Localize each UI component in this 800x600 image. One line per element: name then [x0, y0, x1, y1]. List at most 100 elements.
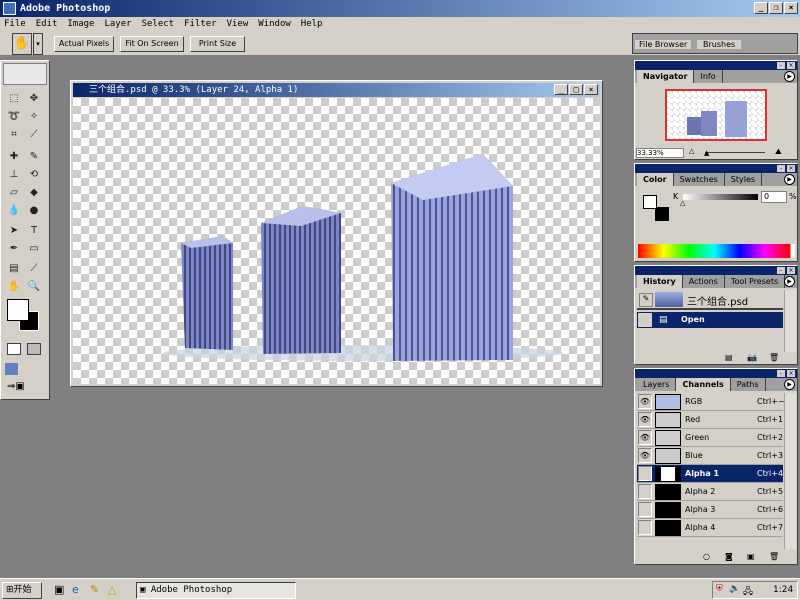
doc-minimize-button[interactable]: _ — [554, 84, 568, 95]
channel-row-alpha-3[interactable]: Alpha 3 Ctrl+6 — [637, 501, 783, 519]
load-selection-icon[interactable]: ○ — [703, 552, 710, 561]
new-document-icon[interactable]: ▤ — [725, 353, 733, 362]
tab-channels[interactable]: Channels — [676, 378, 731, 391]
close-button[interactable]: × — [784, 2, 798, 14]
zoom-slider-thumb[interactable]: ▲ — [704, 149, 709, 157]
rectangle-tool-icon[interactable]: ▭ — [25, 241, 43, 257]
channel-row-alpha-1[interactable]: Alpha 1 Ctrl+4 — [637, 465, 783, 483]
color-ramp[interactable] — [638, 244, 795, 258]
panel-menu-icon[interactable]: ▶ — [784, 174, 795, 185]
dodge-tool-icon[interactable]: ● — [25, 203, 43, 219]
foreground-color-swatch[interactable] — [7, 299, 29, 321]
menu-file[interactable]: File — [4, 17, 26, 31]
hand-tool-preset-icon[interactable]: ✋ — [12, 33, 32, 55]
print-size-button[interactable]: Print Size — [190, 36, 245, 52]
history-scrollbar[interactable] — [784, 290, 796, 352]
visibility-toggle[interactable] — [638, 520, 652, 535]
move-tool-icon[interactable]: ✥ — [25, 91, 43, 107]
pen-tool-icon[interactable]: ✒ — [5, 241, 23, 257]
palette-well-tab-file-browser[interactable]: File Browser — [635, 40, 692, 49]
doc-close-button[interactable]: × — [584, 84, 598, 95]
zoom-in-icon[interactable]: ⛰ — [775, 147, 782, 157]
paint-bucket-tool-icon[interactable]: ◆ — [25, 185, 43, 201]
tab-navigator[interactable]: Navigator — [637, 70, 695, 83]
palette-well-tab-brushes[interactable]: Brushes — [697, 40, 742, 49]
jump-to-imageready-icon[interactable]: ⇒▣ — [7, 381, 43, 395]
eye-icon[interactable]: 👁 — [638, 412, 652, 427]
menu-layer[interactable]: Layer — [104, 17, 131, 31]
eye-icon[interactable]: 👁 — [638, 394, 652, 409]
quicklaunch-warning-icon[interactable]: △ — [108, 583, 116, 596]
quick-mask-mode-icon[interactable] — [27, 343, 41, 355]
menu-view[interactable]: View — [227, 17, 249, 31]
navigator-proxy-view[interactable] — [665, 89, 767, 141]
brush-tool-icon[interactable]: ✎ — [25, 149, 43, 165]
actual-pixels-button[interactable]: Actual Pixels — [54, 36, 114, 52]
tab-tool-presets[interactable]: Tool Presets — [725, 275, 786, 288]
panel-close-icon[interactable]: × — [787, 62, 795, 69]
hand-tool-icon[interactable]: ✋ — [5, 279, 23, 295]
trash-icon[interactable]: 🗑 — [769, 353, 779, 362]
preset-dropdown-arrow[interactable]: ▾ — [33, 33, 43, 55]
crop-tool-icon[interactable]: ⌗ — [5, 127, 23, 143]
healing-brush-tool-icon[interactable]: ✚ — [5, 149, 23, 165]
taskbar-photoshop-button[interactable]: ▣ Adobe Photoshop — [136, 582, 296, 599]
color-foreground-swatch[interactable] — [643, 195, 657, 209]
history-brush-source-icon[interactable]: ✎ — [639, 293, 653, 307]
channel-row-red[interactable]: 👁 Red Ctrl+1 — [637, 411, 783, 429]
blur-tool-icon[interactable]: 💧 — [5, 203, 23, 219]
restore-button[interactable]: ❐ — [769, 2, 783, 14]
menu-window[interactable]: Window — [258, 17, 291, 31]
clone-stamp-tool-icon[interactable]: ⊥ — [5, 167, 23, 183]
panel-menu-icon[interactable]: ▶ — [784, 276, 795, 287]
channel-row-rgb[interactable]: 👁 RGB Ctrl+~ — [637, 393, 785, 411]
new-snapshot-icon[interactable]: 📷 — [747, 353, 757, 362]
panel-menu-icon[interactable]: ▶ — [784, 379, 795, 390]
lasso-tool-icon[interactable]: ➰ — [5, 109, 23, 125]
menu-filter[interactable]: Filter — [184, 17, 217, 31]
minimize-button[interactable]: _ — [754, 2, 768, 14]
eye-icon[interactable]: 👁 — [638, 430, 652, 445]
k-slider[interactable] — [683, 194, 758, 200]
menu-select[interactable]: Select — [142, 17, 175, 31]
zoom-tool-icon[interactable]: 🔍 — [25, 279, 43, 295]
tab-swatches[interactable]: Swatches — [674, 173, 725, 186]
visibility-toggle[interactable] — [638, 502, 652, 517]
volume-icon[interactable]: 🔈 — [729, 584, 740, 594]
tab-info[interactable]: Info — [694, 70, 723, 83]
marquee-tool-icon[interactable]: ⬚ — [5, 91, 23, 107]
image-canvas[interactable] — [73, 98, 600, 384]
tab-history[interactable]: History — [637, 275, 683, 288]
menu-help[interactable]: Help — [301, 17, 323, 31]
menu-image[interactable]: Image — [67, 17, 94, 31]
trash-icon[interactable]: 🗑 — [769, 552, 779, 561]
history-snapshot[interactable]: ✎ 三个组合.psd — [637, 290, 783, 310]
channels-scrollbar[interactable] — [784, 393, 796, 549]
type-tool-icon[interactable]: T — [25, 223, 43, 239]
channel-row-blue[interactable]: 👁 Blue Ctrl+3 — [637, 447, 783, 465]
panel-close-icon[interactable]: × — [787, 267, 795, 274]
magic-wand-tool-icon[interactable]: ✧ — [25, 109, 43, 125]
color-background-swatch[interactable] — [655, 207, 669, 221]
panel-menu-icon[interactable]: ▶ — [784, 71, 795, 82]
tab-paths[interactable]: Paths — [731, 378, 766, 391]
zoom-slider[interactable] — [705, 152, 765, 153]
channel-row-alpha-2[interactable]: Alpha 2 Ctrl+5 — [637, 483, 783, 501]
network-icon[interactable]: 🖧 — [743, 584, 753, 600]
antivirus-icon[interactable]: ⛨ — [716, 584, 723, 594]
tab-color[interactable]: Color — [637, 173, 674, 186]
standard-mode-icon[interactable] — [7, 343, 21, 355]
k-value-field[interactable]: 0 — [761, 191, 787, 203]
k-slider-thumb[interactable]: △ — [680, 199, 685, 207]
visibility-toggle[interactable] — [638, 484, 652, 499]
channel-row-alpha-4[interactable]: Alpha 4 Ctrl+7 — [637, 519, 783, 537]
document-title-bar[interactable]: 三个组合.psd @ 33.3% (Layer 24, Alpha 1) _ □… — [73, 83, 600, 97]
notes-tool-icon[interactable]: ▤ — [5, 261, 23, 277]
eyedropper-tool-icon[interactable]: ⟋ — [25, 261, 43, 277]
eye-icon[interactable]: 👁 — [638, 448, 652, 463]
visibility-toggle[interactable] — [638, 466, 652, 481]
fit-on-screen-button[interactable]: Fit On Screen — [120, 36, 184, 52]
quicklaunch-app-icon[interactable]: ✎ — [90, 583, 99, 596]
new-channel-icon[interactable]: ▣ — [747, 552, 755, 561]
channel-row-green[interactable]: 👁 Green Ctrl+2 — [637, 429, 783, 447]
